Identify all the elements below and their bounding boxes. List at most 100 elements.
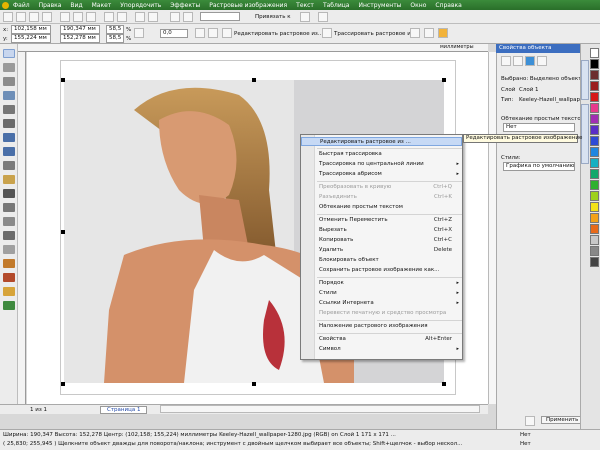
palette-swatch[interactable] (590, 114, 599, 124)
palette-swatch[interactable] (590, 81, 599, 91)
rectangle-tool-icon[interactable] (3, 133, 15, 142)
new-document-icon[interactable] (3, 12, 13, 22)
selection-handle-top-right[interactable] (442, 78, 446, 82)
palette-swatch[interactable] (590, 158, 599, 168)
context-menu-item[interactable]: Свойства Alt+Enter (301, 335, 462, 344)
context-menu-item[interactable]: Символ ▸ (301, 345, 462, 354)
smart-fill-tool-icon[interactable] (3, 119, 15, 128)
docker-outline-tab-icon[interactable] (513, 56, 523, 66)
styles-dropdown[interactable]: Графика по умолчанию (503, 162, 575, 171)
page-tab-1[interactable]: Страница 1 (100, 406, 148, 414)
menu-item-file[interactable]: Файл (13, 2, 30, 9)
palette-swatch[interactable] (590, 92, 599, 102)
outline-tool-icon[interactable] (3, 273, 15, 282)
zoom-tool-icon[interactable] (3, 91, 15, 100)
menu-item-bitmaps[interactable]: Растровые изображения (209, 2, 287, 9)
wrap-text-icon[interactable] (410, 28, 420, 38)
vertical-ruler[interactable] (18, 52, 26, 404)
menu-item-tools[interactable]: Инструменты (358, 2, 401, 9)
docker-fill-tab-icon[interactable] (501, 56, 511, 66)
palette-swatch[interactable] (590, 147, 599, 157)
docker-summary-tab-icon[interactable] (525, 56, 535, 66)
fill-tool-icon[interactable] (3, 287, 15, 296)
copy-icon[interactable] (73, 12, 83, 22)
selection-handle-bottom-right[interactable] (442, 382, 446, 386)
crop-tool-icon[interactable] (3, 77, 15, 86)
application-launcher-icon[interactable] (170, 12, 180, 22)
docker-lock-icon[interactable] (525, 416, 535, 426)
context-menu-item[interactable]: Стили ▸ (301, 289, 462, 298)
x-position-field[interactable]: 102,158 мм (11, 25, 51, 34)
horizontal-ruler[interactable] (18, 44, 488, 52)
open-icon[interactable] (16, 12, 26, 22)
scale-x-field[interactable]: 58,5 (106, 25, 124, 34)
mirror-horizontal-icon[interactable] (195, 28, 205, 38)
ellipse-tool-icon[interactable] (3, 147, 15, 156)
context-menu-item[interactable]: Быстрая трассировка (301, 150, 462, 159)
context-menu-item[interactable]: Вырезать Ctrl+X (301, 226, 462, 235)
scale-y-field[interactable]: 58,5 (106, 34, 124, 43)
trace-bitmap-button[interactable]: Трассировать растровое из... (334, 31, 419, 37)
connector-tool-icon[interactable] (3, 231, 15, 240)
palette-swatch[interactable] (590, 213, 599, 223)
print-icon[interactable] (42, 12, 52, 22)
vertical-tab-object-properties[interactable] (581, 60, 589, 100)
menu-item-edit[interactable]: Правка (39, 2, 62, 9)
export-icon[interactable] (148, 12, 158, 22)
palette-swatch[interactable] (590, 48, 599, 58)
context-menu-item[interactable]: Ссылки Интернета ▸ (301, 299, 462, 308)
context-menu-item[interactable]: Копировать Ctrl+C (301, 236, 462, 245)
blend-tool-icon[interactable] (3, 245, 15, 254)
shape-tool-icon[interactable] (3, 63, 15, 72)
selection-handle-middle-left[interactable] (61, 230, 65, 234)
wrap-dropdown[interactable]: Нет (503, 123, 575, 132)
menu-item-view[interactable]: Вид (70, 2, 82, 9)
palette-swatch[interactable] (590, 103, 599, 113)
selection-handle-top-left[interactable] (61, 78, 65, 82)
lock-ratio-icon[interactable] (134, 28, 144, 38)
text-tool-icon[interactable] (3, 189, 15, 198)
context-menu-item[interactable]: Удалить Delete (301, 246, 462, 255)
palette-swatch[interactable] (590, 70, 599, 80)
context-menu-item[interactable]: Трассировка по центральной линии ▸ (301, 160, 462, 169)
palette-swatch[interactable] (590, 202, 599, 212)
rotation-angle-field[interactable]: 0,0 (160, 29, 188, 38)
selection-handle-bottom-center[interactable] (252, 382, 256, 386)
context-menu-item[interactable]: Редактировать растровое из ... (301, 137, 462, 146)
palette-swatch[interactable] (590, 191, 599, 201)
horizontal-scrollbar[interactable] (160, 405, 480, 413)
context-menu-item[interactable]: Трассировка абрисом ▸ (301, 170, 462, 179)
welcome-screen-icon[interactable] (183, 12, 193, 22)
table-tool-icon[interactable] (3, 203, 15, 212)
context-menu-item[interactable]: Сохранить растровое изображение как... (301, 266, 462, 275)
apply-button[interactable]: Применить (541, 416, 584, 424)
pick-tool-icon[interactable] (3, 49, 15, 58)
menu-item-arrange[interactable]: Упорядочить (120, 2, 161, 9)
menu-item-window[interactable]: Окно (410, 2, 426, 9)
undo-icon[interactable] (104, 12, 114, 22)
context-menu-item[interactable]: Отменить Переместить Ctrl+Z (301, 216, 462, 225)
height-field[interactable]: 152,278 мм (60, 34, 100, 43)
to-front-icon[interactable] (424, 28, 434, 38)
selection-handle-bottom-left[interactable] (61, 382, 65, 386)
paste-icon[interactable] (86, 12, 96, 22)
vertical-scrollbar[interactable] (488, 52, 496, 404)
zoom-level-field[interactable] (200, 12, 240, 21)
redo-icon[interactable] (117, 12, 127, 22)
palette-swatch[interactable] (590, 125, 599, 135)
palette-swatch[interactable] (590, 246, 599, 256)
docker-wrap-tab-icon[interactable] (537, 56, 547, 66)
context-menu-item[interactable]: Обтекание простым текстом (301, 203, 462, 212)
context-menu-item[interactable]: Блокировать объект (301, 256, 462, 265)
freehand-tool-icon[interactable] (3, 105, 15, 114)
save-icon[interactable] (29, 12, 39, 22)
palette-swatch[interactable] (590, 257, 599, 267)
polygon-tool-icon[interactable] (3, 161, 15, 170)
trace-bitmap-icon[interactable] (322, 28, 332, 38)
width-field[interactable]: 190,347 мм (60, 25, 100, 34)
interactive-fill-tool-icon[interactable] (3, 301, 15, 310)
snap-dropdown-icon[interactable] (300, 12, 310, 22)
menu-item-help[interactable]: Справка (435, 2, 461, 9)
palette-swatch[interactable] (590, 59, 599, 69)
menu-item-text[interactable]: Текст (296, 2, 314, 9)
